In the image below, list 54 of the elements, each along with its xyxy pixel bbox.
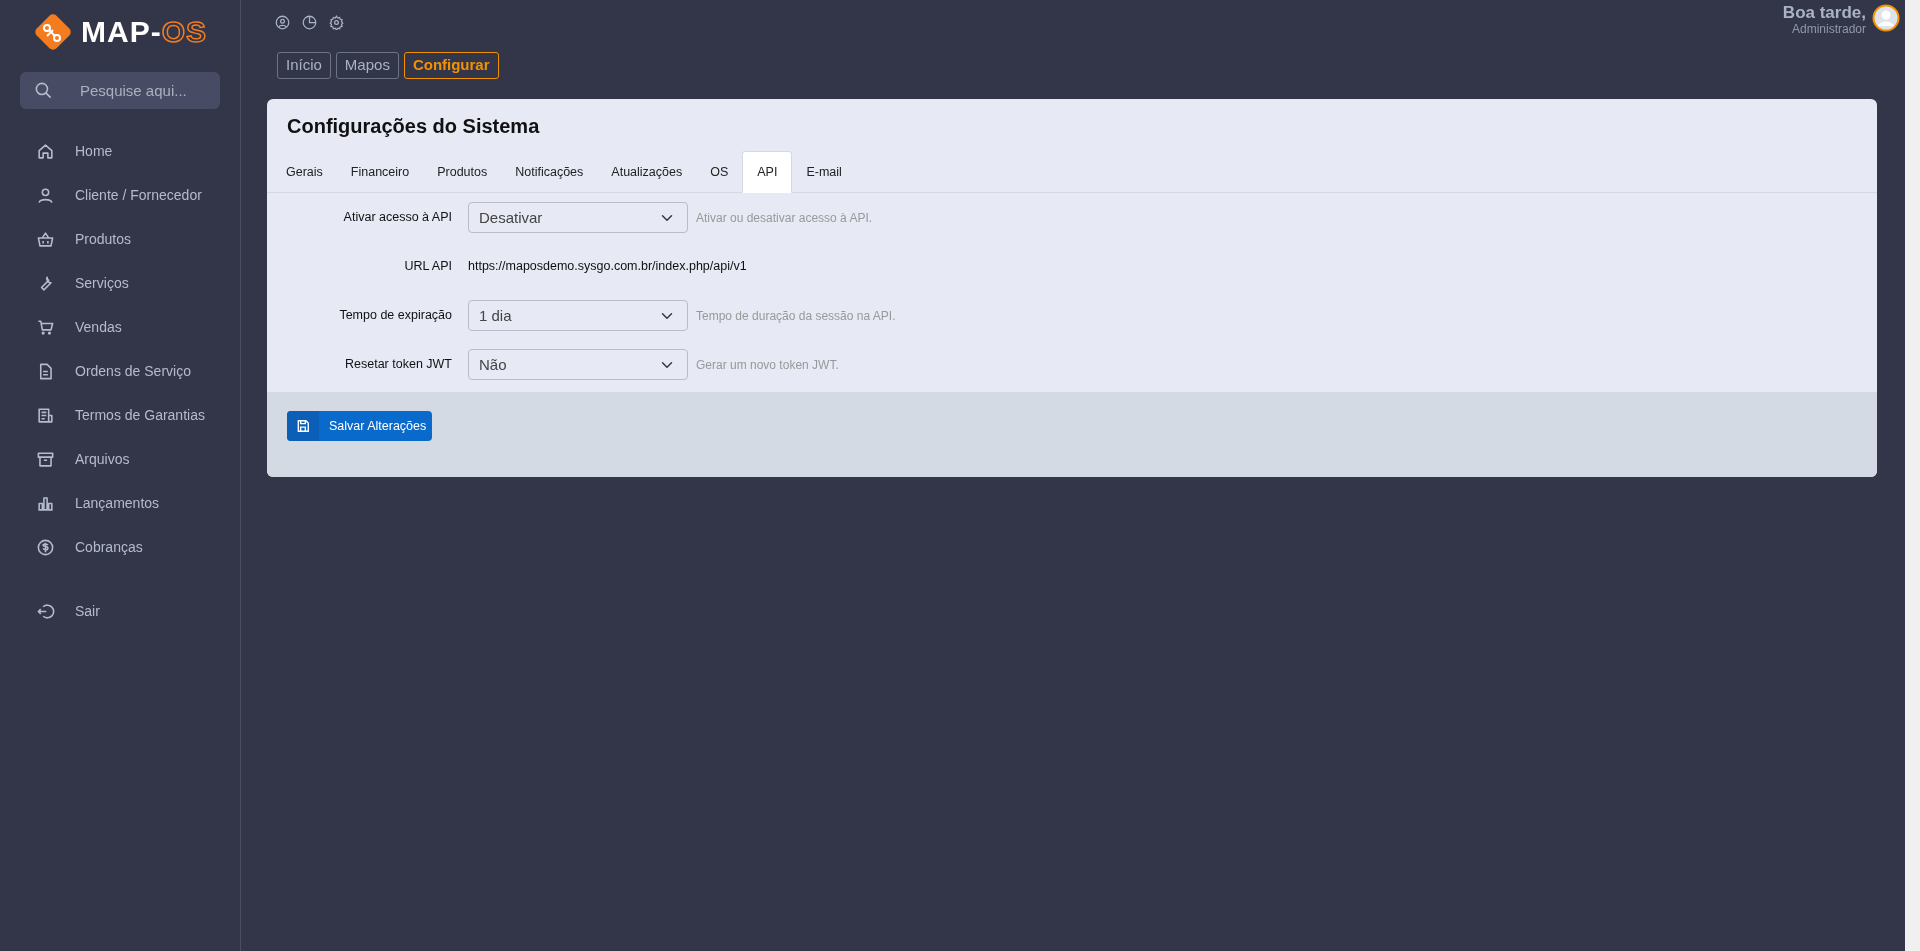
- sidebar-item[interactable]: Serviços: [20, 261, 220, 305]
- tab[interactable]: API: [742, 150, 793, 194]
- sidebar-item[interactable]: Arquivos: [20, 437, 220, 481]
- help-text: Gerar um novo token JWT.: [696, 356, 839, 374]
- search-icon: [34, 81, 53, 100]
- logo-text: MAP-OS: [81, 17, 207, 47]
- sidebar-item[interactable]: Vendas: [20, 305, 220, 349]
- breadcrumb-link[interactable]: Início: [277, 52, 331, 79]
- cart-icon: [36, 317, 55, 337]
- help-text: Tempo de duração da sessão na API.: [696, 307, 896, 325]
- sidebar-item[interactable]: Cobranças: [20, 525, 220, 569]
- tab[interactable]: E-mail: [792, 150, 856, 193]
- save-icon: [296, 419, 310, 434]
- dollar-icon: [36, 537, 55, 557]
- select-field[interactable]: 1 dia: [468, 300, 688, 332]
- tab[interactable]: Notificações: [501, 150, 598, 193]
- archive-icon: [36, 449, 55, 469]
- user-circle-icon[interactable]: [275, 14, 290, 30]
- sidebar-item[interactable]: Home: [20, 129, 220, 173]
- sidebar-item[interactable]: Cliente / Fornecedor: [20, 173, 220, 217]
- breadcrumb-link[interactable]: Configurar: [403, 52, 499, 79]
- settings-icon[interactable]: [329, 14, 344, 30]
- sidebar-item[interactable]: Ordens de Serviço: [20, 349, 220, 393]
- url-text: https://maposdemo.sysgo.com.br/index.php/api/v1: [468, 258, 747, 276]
- tab[interactable]: Produtos: [423, 150, 502, 193]
- field-label: Ativar acesso à API: [342, 209, 453, 227]
- select-field[interactable]: Desativar: [468, 202, 688, 234]
- field-label: Tempo de expiração: [338, 307, 453, 325]
- exit-icon: [36, 601, 55, 621]
- receipt-icon: [36, 405, 55, 425]
- save-button[interactable]: Salvar Alterações: [287, 411, 433, 442]
- user-name: Administrador: [1790, 22, 1866, 36]
- pie-chart-icon[interactable]: [302, 14, 317, 30]
- tab[interactable]: Gerais: [272, 150, 337, 193]
- sidebar-item[interactable]: Termos de Garantias: [20, 393, 220, 437]
- help-text: Ativar ou desativar acesso à API.: [696, 209, 873, 227]
- user-icon: [36, 185, 55, 205]
- breadcrumb-link[interactable]: Mapos: [335, 52, 399, 79]
- logout-link[interactable]: Sair: [20, 589, 220, 633]
- tab[interactable]: Financeiro: [336, 150, 424, 193]
- tab[interactable]: Atualizações: [597, 150, 697, 193]
- sidebar-item[interactable]: Produtos: [20, 217, 220, 261]
- basket-icon: [36, 229, 55, 249]
- select-field[interactable]: Não: [468, 349, 688, 381]
- greeting-text: Boa tarde,: [1782, 4, 1866, 23]
- home-icon: [36, 141, 55, 161]
- scrollbar[interactable]: [1905, 0, 1920, 951]
- sidebar-item[interactable]: Lançamentos: [20, 481, 220, 525]
- avatar-icon[interactable]: [1872, 4, 1900, 32]
- search-field[interactable]: Pesquise aqui...: [20, 72, 220, 109]
- tab[interactable]: OS: [696, 150, 743, 193]
- field-label: Resetar token JWT: [344, 356, 453, 374]
- card-title: Configurações do Sistema: [286, 113, 541, 139]
- field-label: URL API: [403, 258, 453, 276]
